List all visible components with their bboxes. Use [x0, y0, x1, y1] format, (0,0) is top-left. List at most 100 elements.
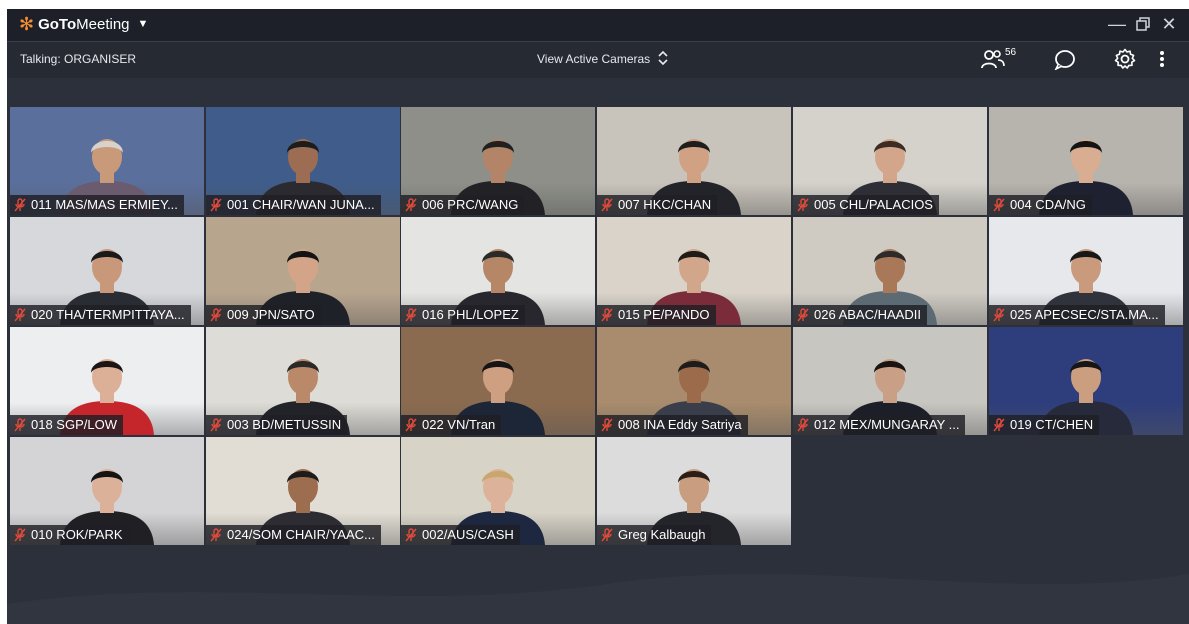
participant-name: 009 JPN/SATO	[227, 307, 315, 322]
muted-mic-icon	[210, 198, 222, 212]
participant-name-label: 006 PRC/WANG	[401, 195, 525, 215]
video-grid: 011 MAS/MAS ERMIEY... 001 CHAIR/WAN JUNA.…	[10, 107, 1186, 547]
participant-video-tile[interactable]: 006 PRC/WANG	[401, 107, 595, 215]
muted-mic-icon	[797, 308, 809, 322]
participant-name: 022 VN/Tran	[422, 417, 496, 432]
muted-mic-icon	[993, 308, 1005, 322]
close-icon[interactable]: ✕	[1157, 13, 1181, 35]
participant-video-tile[interactable]: 005 CHL/PALACIOS	[793, 107, 987, 215]
participant-video-tile[interactable]: 007 HKC/CHAN	[597, 107, 791, 215]
participant-video-tile[interactable]: Greg Kalbaugh	[597, 437, 791, 545]
participant-video-tile[interactable]: 010 ROK/PARK	[10, 437, 204, 545]
participant-name: 008 INA Eddy Satriya	[618, 417, 742, 432]
participant-name-label: 020 THA/TERMPITTAYA...	[10, 305, 191, 325]
participant-video-tile[interactable]: 011 MAS/MAS ERMIEY...	[10, 107, 204, 215]
muted-mic-icon	[797, 198, 809, 212]
participant-video-tile[interactable]: 026 ABAC/HAADII	[793, 217, 987, 325]
muted-mic-icon	[210, 308, 222, 322]
participant-name: 026 ABAC/HAADII	[814, 307, 921, 322]
participant-name: 004 CDA/NG	[1010, 197, 1086, 212]
muted-mic-icon	[210, 528, 222, 542]
participant-name: 020 THA/TERMPITTAYA...	[31, 307, 185, 322]
participant-name-label: 005 CHL/PALACIOS	[793, 195, 939, 215]
participant-name-label: 001 CHAIR/WAN JUNA...	[206, 195, 381, 215]
gotomeeting-logo-icon: ✻	[19, 14, 35, 34]
muted-mic-icon	[14, 308, 26, 322]
settings-gear-icon[interactable]	[1114, 48, 1140, 72]
participant-video-tile[interactable]: 024/SOM CHAIR/YAAC...	[206, 437, 400, 545]
muted-mic-icon	[14, 528, 26, 542]
participant-name-label: 024/SOM CHAIR/YAAC...	[206, 525, 381, 545]
participant-name-label: 011 MAS/MAS ERMIEY...	[10, 195, 184, 215]
participant-name: Greg Kalbaugh	[618, 527, 706, 542]
participant-video-tile[interactable]: 019 CT/CHEN	[989, 327, 1183, 435]
participant-video-tile[interactable]: 003 BD/METUSSIN	[206, 327, 400, 435]
participant-name: 010 ROK/PARK	[31, 527, 123, 542]
participant-name-label: 015 PE/PANDO	[597, 305, 716, 325]
participant-name: 011 MAS/MAS ERMIEY...	[31, 197, 178, 212]
participant-video-tile[interactable]: 016 PHL/LOPEZ	[401, 217, 595, 325]
participant-name-label: 016 PHL/LOPEZ	[401, 305, 525, 325]
participant-name-label: 009 JPN/SATO	[206, 305, 321, 325]
participant-name-label: 008 INA Eddy Satriya	[597, 415, 748, 435]
more-options-icon[interactable]	[1157, 48, 1183, 72]
participant-video-tile[interactable]: 018 SGP/LOW	[10, 327, 204, 435]
participant-name: 018 SGP/LOW	[31, 417, 117, 432]
participant-name: 015 PE/PANDO	[618, 307, 710, 322]
participant-name: 025 APECSEC/STA.MA...	[1010, 307, 1159, 322]
muted-mic-icon	[601, 418, 613, 432]
participant-name-label: 002/AUS/CASH	[401, 525, 520, 545]
muted-mic-icon	[601, 528, 613, 542]
participant-name-label: 018 SGP/LOW	[10, 415, 123, 435]
muted-mic-icon	[14, 198, 26, 212]
participant-video-tile[interactable]: 025 APECSEC/STA.MA...	[989, 217, 1183, 325]
brand-bold: GoTo	[38, 15, 77, 33]
participant-name: 005 CHL/PALACIOS	[814, 197, 933, 212]
participant-video-tile[interactable]: 009 JPN/SATO	[206, 217, 400, 325]
participant-name-label: Greg Kalbaugh	[597, 525, 712, 545]
muted-mic-icon	[993, 198, 1005, 212]
participant-video-tile[interactable]: 004 CDA/NG	[989, 107, 1183, 215]
restore-icon[interactable]	[1131, 13, 1155, 36]
meeting-window: ✻ GoToMeeting ▼ — ✕ Talking: ORGANISER V…	[7, 9, 1189, 624]
participant-name: 024/SOM CHAIR/YAAC...	[227, 527, 375, 542]
minimize-icon[interactable]: —	[1105, 13, 1129, 35]
participant-name-label: 003 BD/METUSSIN	[206, 415, 348, 435]
up-down-chevron-icon	[658, 50, 668, 66]
meeting-toolbar: Talking: ORGANISER View Active Cameras 5…	[7, 41, 1189, 78]
background-wave	[7, 574, 1189, 624]
participant-name-label: 004 CDA/NG	[989, 195, 1092, 215]
chevron-down-icon: ▼	[137, 18, 149, 30]
participant-name-label: 026 ABAC/HAADII	[793, 305, 927, 325]
participant-name-label: 010 ROK/PARK	[10, 525, 129, 545]
view-mode-selector[interactable]: View Active Cameras	[537, 50, 668, 66]
muted-mic-icon	[210, 418, 222, 432]
participant-video-tile[interactable]: 002/AUS/CASH	[401, 437, 595, 545]
participant-name: 002/AUS/CASH	[422, 527, 514, 542]
muted-mic-icon	[405, 418, 417, 432]
muted-mic-icon	[405, 528, 417, 542]
participant-video-tile[interactable]: 020 THA/TERMPITTAYA...	[10, 217, 204, 325]
participant-name: 016 PHL/LOPEZ	[422, 307, 519, 322]
participant-video-tile[interactable]: 001 CHAIR/WAN JUNA...	[206, 107, 400, 215]
chat-icon[interactable]	[1053, 48, 1079, 72]
app-menu-button[interactable]: ✻ GoToMeeting ▼	[19, 15, 148, 33]
participant-name-label: 022 VN/Tran	[401, 415, 502, 435]
participant-video-tile[interactable]: 015 PE/PANDO	[597, 217, 791, 325]
muted-mic-icon	[14, 418, 26, 432]
muted-mic-icon	[601, 308, 613, 322]
participant-video-tile[interactable]: 008 INA Eddy Satriya	[597, 327, 791, 435]
title-bar: ✻ GoToMeeting ▼ — ✕	[7, 9, 1189, 41]
attendee-count: 56	[1005, 47, 1017, 58]
participant-name-label: 012 MEX/MUNGARAY ...	[793, 415, 966, 435]
muted-mic-icon	[797, 418, 809, 432]
attendees-icon[interactable]	[981, 48, 1007, 72]
participant-name-label: 019 CT/CHEN	[989, 415, 1100, 435]
muted-mic-icon	[601, 198, 613, 212]
participant-name: 003 BD/METUSSIN	[227, 417, 342, 432]
muted-mic-icon	[993, 418, 1005, 432]
participant-video-tile[interactable]: 012 MEX/MUNGARAY ...	[793, 327, 987, 435]
view-mode-label: View Active Cameras	[537, 51, 651, 66]
participant-video-tile[interactable]: 022 VN/Tran	[401, 327, 595, 435]
participant-name: 007 HKC/CHAN	[618, 197, 712, 212]
